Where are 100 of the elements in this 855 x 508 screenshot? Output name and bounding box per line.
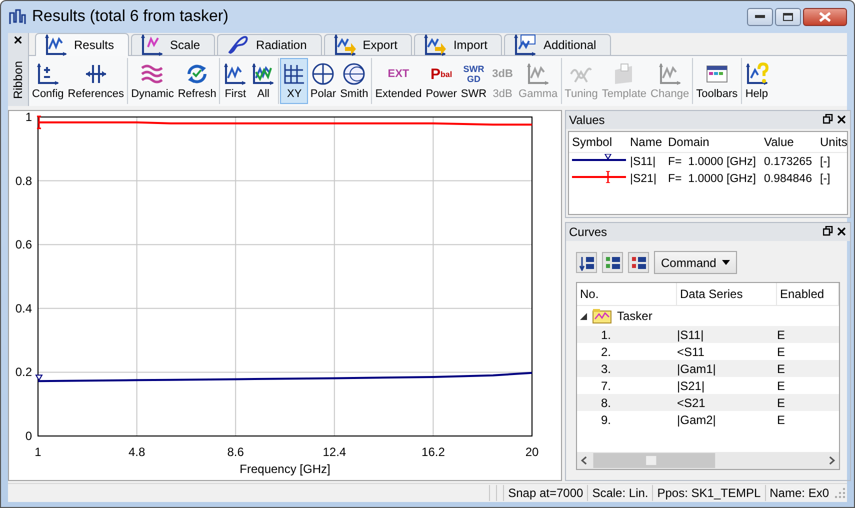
chart-arrow-icon xyxy=(332,33,357,57)
loop-curve-icon xyxy=(226,33,250,57)
status-field: Scale: Lin. xyxy=(587,485,652,501)
chart-axes-icon xyxy=(526,62,550,86)
column-header[interactable]: Enabled xyxy=(777,283,839,305)
series-tool-button[interactable] xyxy=(602,252,623,273)
command-dropdown[interactable]: Command xyxy=(654,251,738,274)
column-header[interactable]: Data Series xyxy=(677,283,777,305)
help-chart-icon xyxy=(744,62,769,86)
column-header[interactable]: Units xyxy=(817,135,847,149)
maximize-button[interactable] xyxy=(775,8,801,26)
toolbar-button[interactable]: Polar xyxy=(308,58,338,104)
y-tick-label: 0.2 xyxy=(15,365,32,380)
ribbon-tab[interactable]: Additional xyxy=(504,34,612,55)
x-tick-label: 20 xyxy=(525,445,539,459)
folder-chart-icon xyxy=(592,308,612,324)
status-field: Ppos: SK1_TEMPL xyxy=(652,485,765,501)
ribbon-label: Ribbon xyxy=(11,61,25,100)
x-tick-label: 8.6 xyxy=(227,445,244,459)
minimize-icon xyxy=(755,15,765,19)
maximize-icon xyxy=(783,13,793,21)
float-icon xyxy=(823,226,833,236)
toolbar-button[interactable]: EXT Extended xyxy=(373,58,424,104)
resize-grip-icon xyxy=(833,486,847,500)
tree-node-label: Tasker xyxy=(617,309,652,323)
grid-icon xyxy=(282,62,306,86)
tree-row[interactable]: 2. <S11 E xyxy=(577,343,839,360)
tree-row[interactable]: 9. |Gam2| E xyxy=(577,411,839,428)
ribbon-tab[interactable]: Import xyxy=(414,34,502,55)
y-tick-label: 1 xyxy=(25,111,32,124)
table-cell-text: [-] xyxy=(819,156,832,168)
config-chart-icon xyxy=(36,62,60,86)
tree-row[interactable]: 3. |Gam1| E xyxy=(577,360,839,377)
chart-axes-icon xyxy=(658,62,682,86)
column-header[interactable]: No. xyxy=(577,283,677,305)
table-cell-text: F= 1.0000 [GHz] xyxy=(667,156,757,168)
x-tick-label: 1 xyxy=(34,445,42,459)
toolbar-button[interactable]: First xyxy=(221,58,250,104)
toolbar-button[interactable]: Refresh xyxy=(176,58,218,104)
y-tick-label: 0.6 xyxy=(15,238,32,252)
minimize-button[interactable] xyxy=(747,8,773,26)
ribbon-tab[interactable]: Export xyxy=(324,34,412,55)
chart-axes-icon xyxy=(223,62,248,86)
column-header[interactable]: Domain xyxy=(665,135,761,149)
y-tick-label: 0.4 xyxy=(15,301,32,316)
toolbar-button[interactable]: XY xyxy=(280,58,308,104)
caret-icon xyxy=(722,260,730,265)
x-axis-label: Frequency [GHz] xyxy=(240,462,330,476)
ribbon-tab[interactable]: Results xyxy=(35,33,130,56)
sort-series-icon xyxy=(578,254,594,270)
column-header[interactable]: Name xyxy=(627,135,665,149)
scale-chart-icon xyxy=(140,33,164,57)
cursor-marker xyxy=(35,374,43,382)
panel-title: Curves xyxy=(569,225,608,239)
toolbar-button[interactable]: Config xyxy=(30,58,66,104)
polar-grid-icon xyxy=(311,62,336,86)
x-tick-label: 4.8 xyxy=(128,445,146,459)
app-icon xyxy=(8,8,26,26)
enable-series-icon xyxy=(604,254,620,270)
reference-lines-icon xyxy=(84,62,108,86)
column-header[interactable]: Value xyxy=(761,135,817,149)
close-button[interactable] xyxy=(803,8,847,26)
toolbar-button[interactable]: Toolbars xyxy=(694,58,740,104)
refresh-icon xyxy=(185,62,210,86)
close-icon xyxy=(819,12,831,22)
smith-chart-icon xyxy=(342,62,366,86)
series-tool-button[interactable] xyxy=(576,252,597,273)
multi-line-chart-icon xyxy=(251,62,276,86)
text-badge-icon: 3dB xyxy=(490,62,515,86)
x-tick-label: 12.4 xyxy=(322,445,346,459)
toolbar-button[interactable]: All xyxy=(249,58,278,104)
table-cell-text: |S11| xyxy=(629,156,657,168)
chart-arrow-icon xyxy=(423,33,448,57)
series-tool-button[interactable] xyxy=(628,252,649,273)
cursor-marker xyxy=(36,116,42,130)
table-cell-text: 0.984846 xyxy=(763,172,813,184)
toolbar-button[interactable]: Dynamic xyxy=(129,58,176,104)
tree-node[interactable]: Tasker xyxy=(577,306,839,326)
ribbon-close-button[interactable]: × xyxy=(14,33,22,49)
ribbon-tab[interactable]: Scale xyxy=(131,34,216,55)
close-icon xyxy=(837,115,846,124)
toolbar-button[interactable]: Help xyxy=(742,58,771,104)
disable-series-icon xyxy=(630,254,646,270)
ribbon-tab[interactable]: Radiation xyxy=(217,34,322,55)
tree-row[interactable]: 7. |S21| E xyxy=(577,377,839,394)
y-tick-label: 0 xyxy=(25,429,32,443)
x-tick-label: 16.2 xyxy=(422,445,445,459)
tree-row[interactable]: 8. <S21 E xyxy=(577,394,839,411)
toolbar-button[interactable]: Smith xyxy=(338,58,370,104)
column-header[interactable]: Symbol xyxy=(569,135,627,149)
tree-row[interactable]: 1. |S11| E xyxy=(577,326,839,343)
close-icon xyxy=(837,227,846,236)
chart-axes-icon xyxy=(44,33,68,57)
status-field: Name: Ex0 xyxy=(764,485,833,501)
status-field: Snap at=7000 xyxy=(503,485,588,501)
y-tick-label: 0.8 xyxy=(15,174,32,188)
toolbar-button[interactable]: References xyxy=(66,58,126,104)
table-cell-text: |S21| xyxy=(629,172,658,184)
table-cell-text: 0.173265 xyxy=(763,156,813,168)
toolbar-button[interactable]: SWR GD SWR xyxy=(458,58,489,104)
